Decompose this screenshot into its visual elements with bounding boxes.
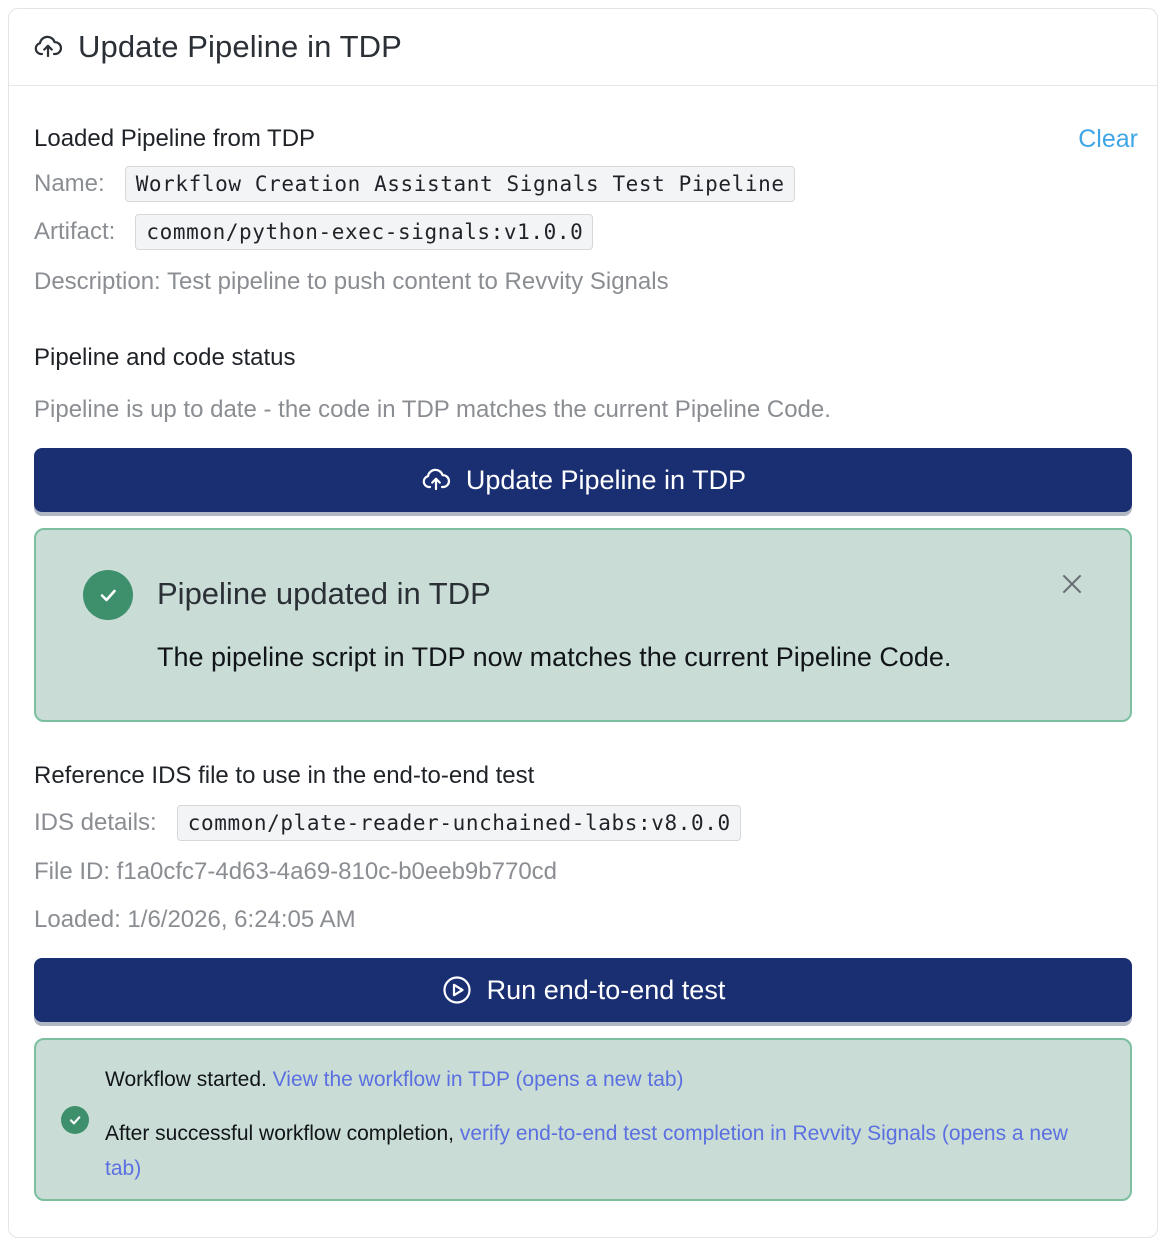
loaded-timestamp: Loaded: 1/6/2026, 6:24:05 AM [34, 906, 356, 933]
artifact-label: Artifact: [34, 218, 116, 245]
name-value: Workflow Creation Assistant Signals Test… [124, 166, 795, 202]
panel-header: Update Pipeline in TDP [9, 9, 1157, 86]
artifact-row: Artifact: common/python-exec-signals:v1.… [34, 214, 594, 250]
pipeline-status-message: Pipeline is up to date - the code in TDP… [34, 396, 831, 423]
name-label: Name: [34, 170, 105, 197]
alert-title: Pipeline updated in TDP [157, 576, 491, 611]
name-row: Name: Workflow Creation Assistant Signal… [34, 166, 795, 202]
workflow-started-text: Workflow started. [105, 1068, 267, 1091]
update-pipeline-button[interactable]: Update Pipeline in TDP [34, 448, 1132, 512]
loaded-pipeline-title: Loaded Pipeline from TDP [34, 125, 316, 152]
ids-details-value: common/plate-reader-unchained-labs:v8.0.… [176, 805, 741, 841]
cloud-upload-icon [420, 464, 452, 496]
close-icon[interactable] [1058, 570, 1086, 598]
ids-details-label: IDS details: [34, 809, 157, 836]
check-circle-icon [83, 570, 133, 620]
play-circle-icon [441, 974, 473, 1006]
panel-title: Update Pipeline in TDP [78, 29, 402, 64]
verify-completion-line: After successful workflow completion, ve… [105, 1116, 1095, 1186]
run-e2e-test-button[interactable]: Run end-to-end test [34, 958, 1132, 1022]
update-pipeline-button-label: Update Pipeline in TDP [465, 464, 747, 495]
run-e2e-test-button-label: Run end-to-end test [486, 974, 726, 1005]
workflow-started-alert: Workflow started. View the workflow in T… [34, 1038, 1132, 1201]
pipeline-updated-alert: Pipeline updated in TDP The pipeline scr… [34, 528, 1132, 722]
reference-ids-title: Reference IDS file to use in the end-to-… [34, 762, 535, 789]
workflow-started-line: Workflow started. View the workflow in T… [105, 1067, 684, 1093]
update-pipeline-panel: Update Pipeline in TDP Loaded Pipeline f… [8, 8, 1158, 1238]
verify-completion-text: After successful workflow completion, [105, 1122, 454, 1145]
cloud-upload-icon [33, 32, 63, 62]
description-text: Description: Test pipeline to push conte… [34, 268, 669, 295]
clear-link[interactable]: Clear [1078, 125, 1138, 154]
artifact-value: common/python-exec-signals:v1.0.0 [135, 214, 594, 250]
check-circle-icon [61, 1106, 89, 1134]
alert-body: The pipeline script in TDP now matches t… [157, 642, 952, 672]
file-id-text: File ID: f1a0cfc7-4d63-4a69-810c-b0eeb9b… [34, 858, 558, 885]
ids-details-row: IDS details: common/plate-reader-unchain… [34, 805, 741, 841]
view-workflow-link[interactable]: View the workflow in TDP (opens a new ta… [273, 1068, 684, 1091]
pipeline-status-title: Pipeline and code status [34, 344, 296, 371]
